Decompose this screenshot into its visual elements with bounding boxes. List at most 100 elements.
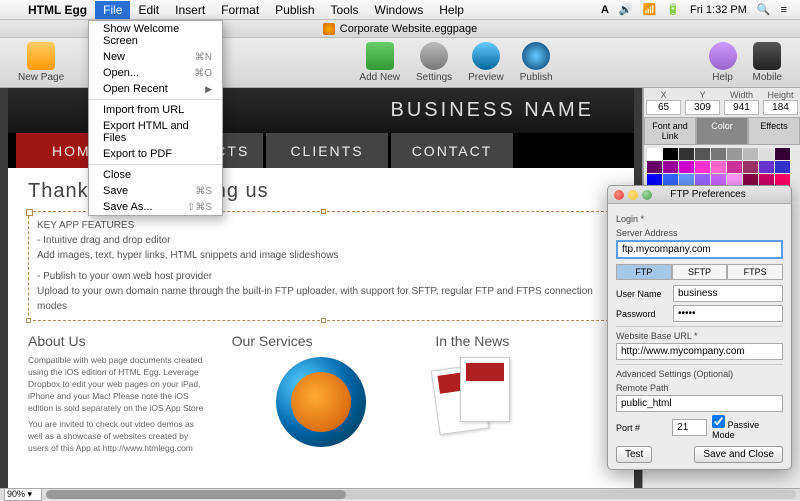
tab-color[interactable]: Color [696,117,748,145]
proto-ftps[interactable]: FTPS [727,264,783,280]
passive-checkbox[interactable] [712,415,725,428]
color-swatch[interactable] [695,174,710,186]
width-input[interactable] [724,100,759,115]
color-swatch[interactable] [695,161,710,173]
color-swatch[interactable] [663,161,678,173]
doc-icon [323,23,335,35]
color-swatch[interactable] [727,174,742,186]
test-button[interactable]: Test [616,446,652,463]
news-column[interactable]: In the News [435,333,614,455]
tools-menu[interactable]: Tools [323,1,367,19]
color-swatch[interactable] [711,148,726,160]
color-swatch[interactable] [759,174,774,186]
color-swatch[interactable] [647,148,662,160]
preview-button[interactable]: Preview [460,42,512,83]
color-swatch[interactable] [743,161,758,173]
protocol-segment: FTP SFTP FTPS [616,264,783,280]
menu-open[interactable]: Open...⌘O [89,65,222,81]
menu-new[interactable]: New⌘N [89,49,222,65]
h-scrollbar[interactable] [46,490,796,499]
color-swatch[interactable] [727,161,742,173]
menu-export-pdf[interactable]: Export to PDF [89,146,222,162]
color-swatch[interactable] [679,174,694,186]
settings-button[interactable]: Settings [408,42,460,83]
color-swatch[interactable] [775,174,790,186]
adobe-icon[interactable]: A [596,4,614,16]
menu-open-recent[interactable]: Open Recent▶ [89,81,222,97]
color-swatch[interactable] [679,161,694,173]
nav-clients[interactable]: CLIENTS [266,133,388,168]
zoom-select[interactable]: 90% ▾ [4,488,42,501]
menu-close[interactable]: Close [89,167,222,183]
file-menu[interactable]: File [95,1,130,19]
notifications-icon[interactable]: ≡ [776,4,792,16]
color-swatch[interactable] [647,174,662,186]
about-column[interactable]: About Us Compatible with web page docume… [28,333,207,455]
help-menu[interactable]: Help [431,1,472,19]
password-input[interactable] [673,305,783,322]
proto-sftp[interactable]: SFTP [672,264,728,280]
color-swatch[interactable] [759,161,774,173]
sphere-image[interactable] [276,357,366,447]
selected-textbox[interactable]: KEY APP FEATURES - Intuitive drag and dr… [28,211,614,321]
menu-save[interactable]: Save⌘S [89,183,222,199]
color-swatch[interactable] [711,174,726,186]
publish-button[interactable]: Publish [512,42,561,83]
color-swatch[interactable] [775,148,790,160]
spotlight-icon[interactable]: 🔍 [752,3,776,16]
color-swatch[interactable] [663,148,678,160]
color-swatch[interactable] [711,161,726,173]
color-swatch[interactable] [743,148,758,160]
format-menu[interactable]: Format [213,1,267,19]
proto-ftp[interactable]: FTP [616,264,672,280]
nav-contact[interactable]: CONTACT [391,133,513,168]
color-swatch[interactable] [727,148,742,160]
ftp-dialog: FTP Preferences Login * Server Address F… [607,185,792,470]
minimize-icon[interactable] [628,190,638,200]
wifi-icon[interactable]: 📶 [638,3,662,16]
addnew-button[interactable]: Add New [351,42,408,83]
menubar: HTML Egg File Edit Insert Format Publish… [0,0,800,20]
newpage-button[interactable]: New Page [10,42,72,83]
x-input[interactable] [646,100,681,115]
zoom-icon[interactable] [642,190,652,200]
color-swatch[interactable] [759,148,774,160]
page-content[interactable]: Thank you for visiting us KEY APP FEATUR… [8,168,634,488]
remotepath-input[interactable] [616,395,783,412]
tab-font[interactable]: Font and Link [644,117,696,145]
color-swatch[interactable] [663,174,678,186]
help-button[interactable]: Help [701,42,745,83]
battery-icon[interactable]: 🔋 [661,3,685,16]
y-input[interactable] [685,100,720,115]
menu-saveas[interactable]: Save As...⇧⌘S [89,199,222,215]
color-swatch[interactable] [775,161,790,173]
insert-menu[interactable]: Insert [167,1,213,19]
baseurl-input[interactable] [616,343,783,360]
services-column[interactable]: Our Services [232,333,411,455]
windows-menu[interactable]: Windows [367,1,432,19]
news-image[interactable] [435,357,525,437]
height-input[interactable] [763,100,798,115]
port-input[interactable] [672,419,707,436]
color-swatch[interactable] [679,148,694,160]
file-dropdown: Show Welcome Screen New⌘N Open...⌘O Open… [88,20,223,216]
tab-effects[interactable]: Effects [748,117,800,145]
volume-icon[interactable]: 🔊 [614,3,638,16]
status-bar: 90% ▾ [0,488,800,500]
menu-import-url[interactable]: Import from URL [89,102,222,118]
color-swatch[interactable] [695,148,710,160]
edit-menu[interactable]: Edit [130,1,167,19]
publish-menu[interactable]: Publish [267,1,322,19]
color-swatch[interactable] [743,174,758,186]
menu-welcome[interactable]: Show Welcome Screen [89,21,222,49]
clock[interactable]: Fri 1:32 PM [685,4,752,16]
mobile-button[interactable]: Mobile [745,42,790,83]
save-close-button[interactable]: Save and Close [694,446,783,463]
color-swatch[interactable] [647,161,662,173]
username-input[interactable] [673,285,783,302]
server-input[interactable] [616,240,783,259]
ftp-titlebar[interactable]: FTP Preferences [608,186,791,204]
close-icon[interactable] [614,190,624,200]
app-menu[interactable]: HTML Egg [20,1,95,19]
menu-export-html[interactable]: Export HTML and Files [89,118,222,146]
